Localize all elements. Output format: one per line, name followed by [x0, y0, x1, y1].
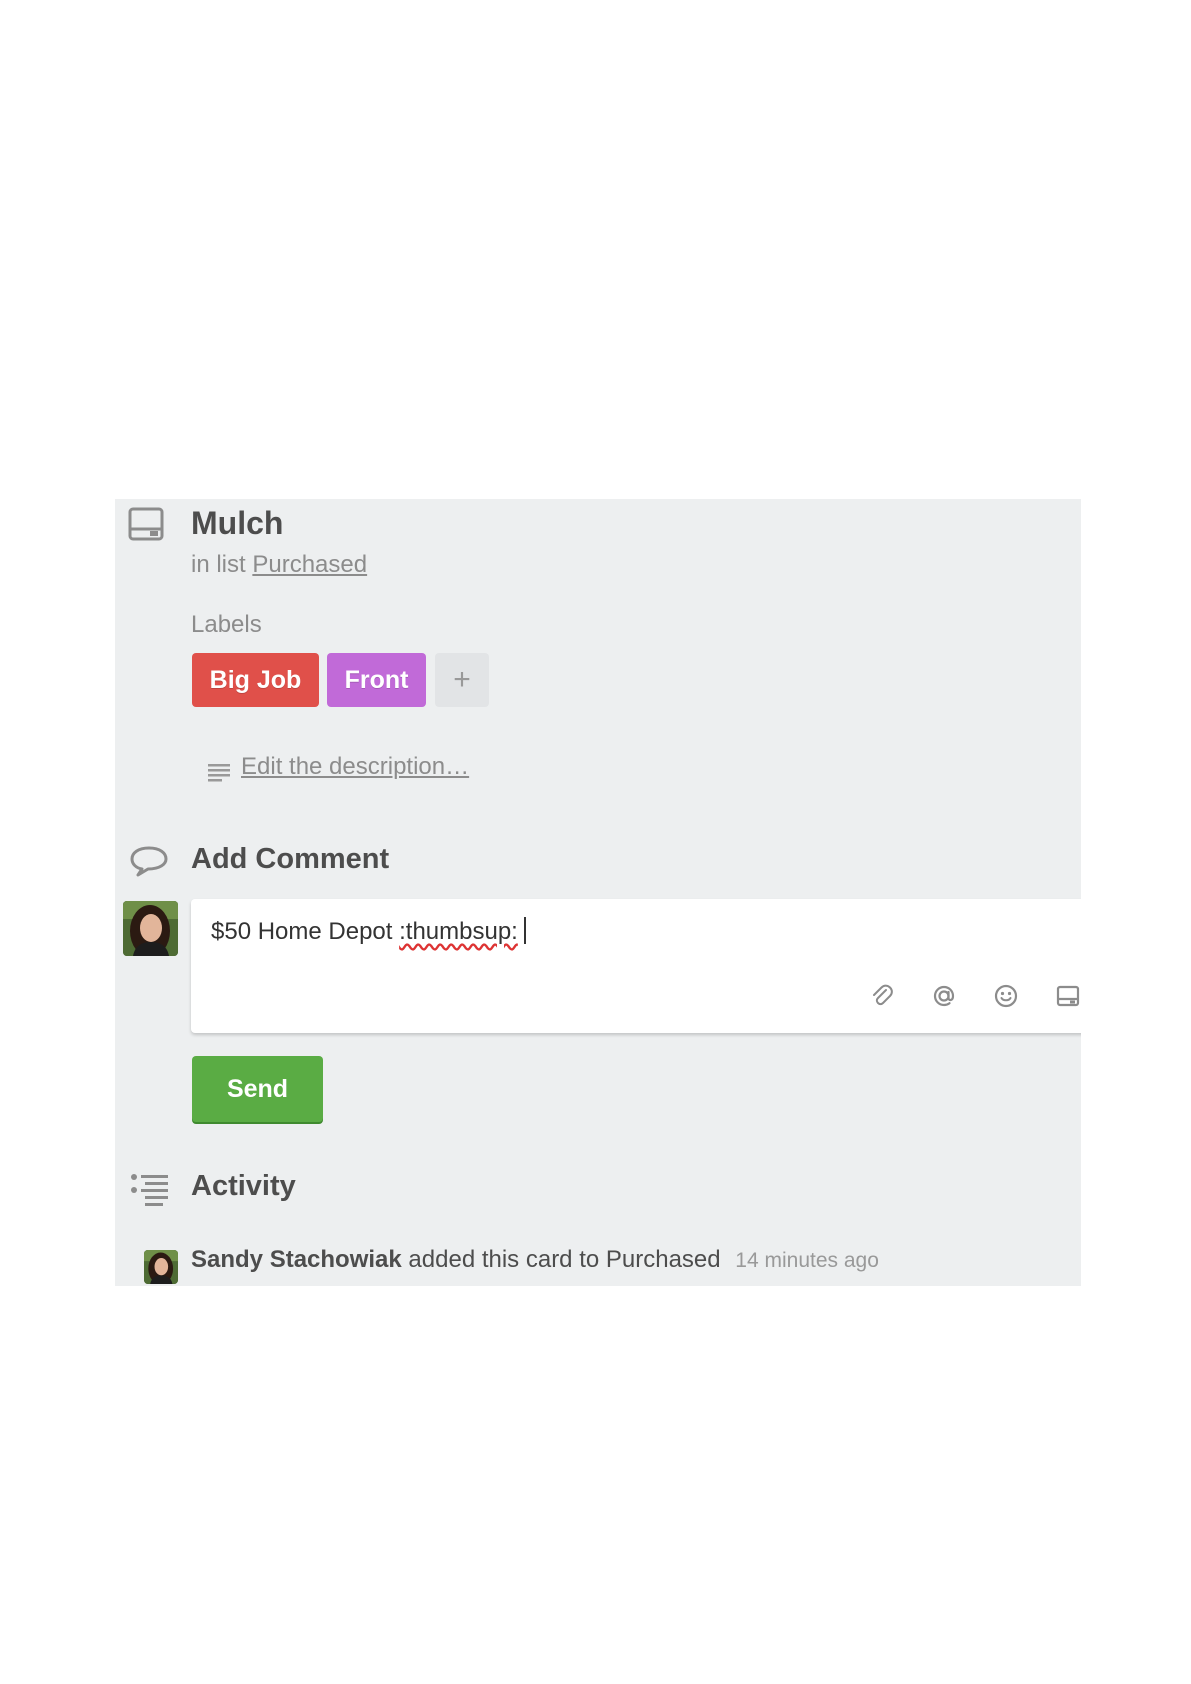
avatar [144, 1250, 178, 1284]
add-comment-heading: Add Comment [191, 843, 390, 875]
comment-text-emoji-code: :thumbsup: [399, 918, 518, 945]
labels-heading: Labels [191, 611, 262, 638]
activity-timestamp[interactable]: 14 minutes ago [735, 1249, 879, 1272]
comment-icon [130, 846, 168, 877]
send-button[interactable]: Send [192, 1056, 323, 1122]
comment-input-text[interactable]: $50 Home Depot :thumbsup: [211, 917, 526, 946]
text-caret [523, 917, 526, 944]
activity-member-name[interactable]: Sandy Stachowiak [191, 1246, 402, 1273]
activity-heading: Activity [191, 1170, 296, 1202]
comment-text-plain: $50 Home Depot [211, 918, 400, 945]
emoji-icon[interactable] [993, 983, 1019, 1009]
avatar [123, 901, 178, 956]
activity-action: added this card to Purchased [408, 1246, 721, 1273]
card-icon[interactable] [1055, 983, 1081, 1009]
card-title[interactable]: Mulch [191, 505, 283, 542]
mention-icon[interactable] [931, 983, 957, 1009]
card-detail-panel: Mulch in list Purchased Labels Big Job F… [115, 499, 1081, 1286]
comment-input[interactable]: $50 Home Depot :thumbsup: [191, 899, 1081, 1033]
activity-icon [131, 1174, 168, 1206]
description-icon [208, 764, 230, 782]
paperclip-icon[interactable] [869, 983, 895, 1009]
label-front[interactable]: Front [327, 653, 426, 707]
add-label-button[interactable]: + [435, 653, 489, 707]
list-link[interactable]: Purchased [252, 551, 367, 578]
card-icon [128, 507, 164, 541]
edit-description-link[interactable]: Edit the description… [241, 753, 469, 781]
activity-entry: Sandy Stachowiak added this card to Purc… [191, 1246, 879, 1274]
card-list-info: in list Purchased [191, 551, 367, 579]
in-list-prefix: in list [191, 551, 246, 578]
label-big-job[interactable]: Big Job [192, 653, 319, 707]
